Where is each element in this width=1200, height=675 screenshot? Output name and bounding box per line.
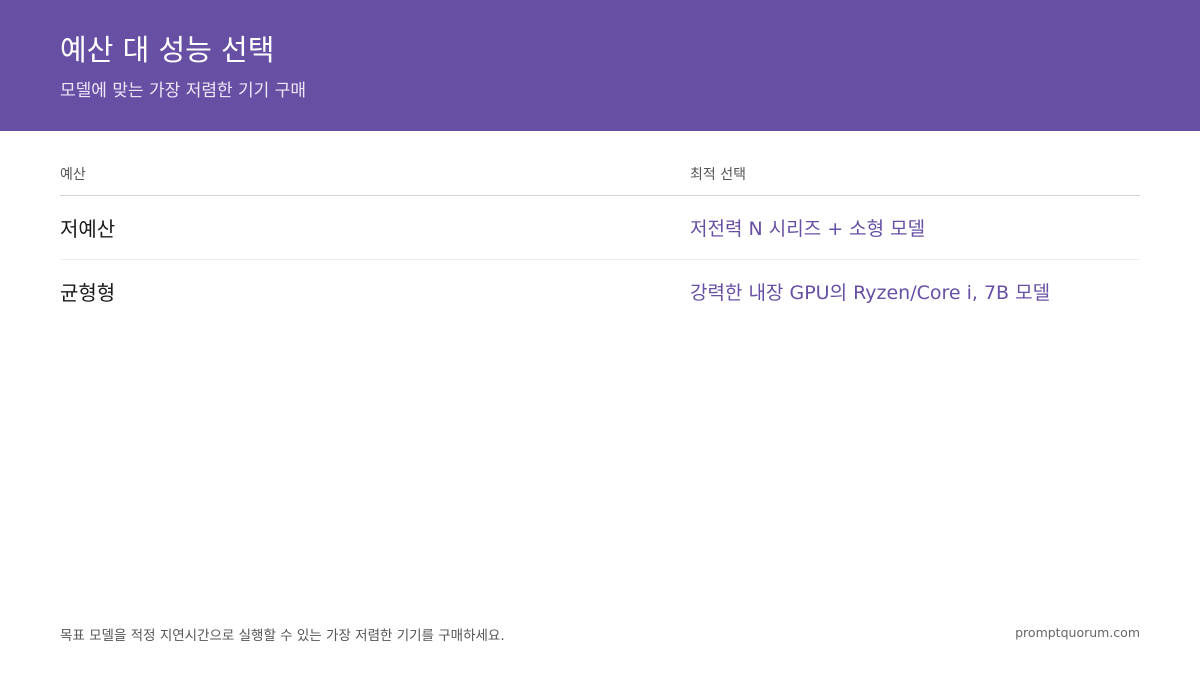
table-header-row: 예산 최적 선택 <box>60 160 1140 196</box>
column-header-best-choice: 최적 선택 <box>690 166 746 183</box>
footer-site-name: promptquorum.com <box>1015 625 1140 640</box>
budget-cell: 균형형 <box>60 281 116 305</box>
best-choice-cell: 저전력 N 시리즈 + 소형 모델 <box>690 218 926 240</box>
column-header-budget: 예산 <box>60 166 86 183</box>
comparison-table: 예산 최적 선택 저예산 저전력 N 시리즈 + 소형 모델 균형형 강력한 내… <box>60 160 1140 323</box>
header-banner: 예산 대 성능 선택 모델에 맞는 가장 저렴한 기기 구매 <box>0 0 1200 131</box>
footer-note: 목표 모델을 적정 지연시간으로 실행할 수 있는 가장 저렴한 기기를 구매하… <box>60 628 505 644</box>
page-title: 예산 대 성능 선택 <box>60 33 275 67</box>
page-subtitle: 모델에 맞는 가장 저렴한 기기 구매 <box>60 81 306 101</box>
best-choice-cell: 강력한 내장 GPU의 Ryzen/Core i, 7B 모델 <box>690 282 1051 304</box>
budget-cell: 저예산 <box>60 217 116 241</box>
table-row: 저예산 저전력 N 시리즈 + 소형 모델 <box>60 196 1140 260</box>
table-row: 균형형 강력한 내장 GPU의 Ryzen/Core i, 7B 모델 <box>60 260 1140 323</box>
